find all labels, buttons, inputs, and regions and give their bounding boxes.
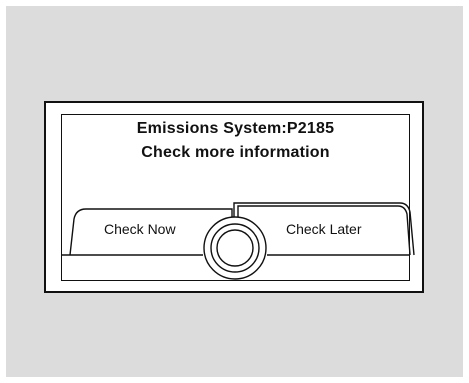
- check-now-label: Check Now: [104, 221, 176, 237]
- rotary-knob-icon[interactable]: [203, 222, 267, 286]
- check-later-label: Check Later: [286, 221, 362, 237]
- selector-controls: [62, 202, 415, 280]
